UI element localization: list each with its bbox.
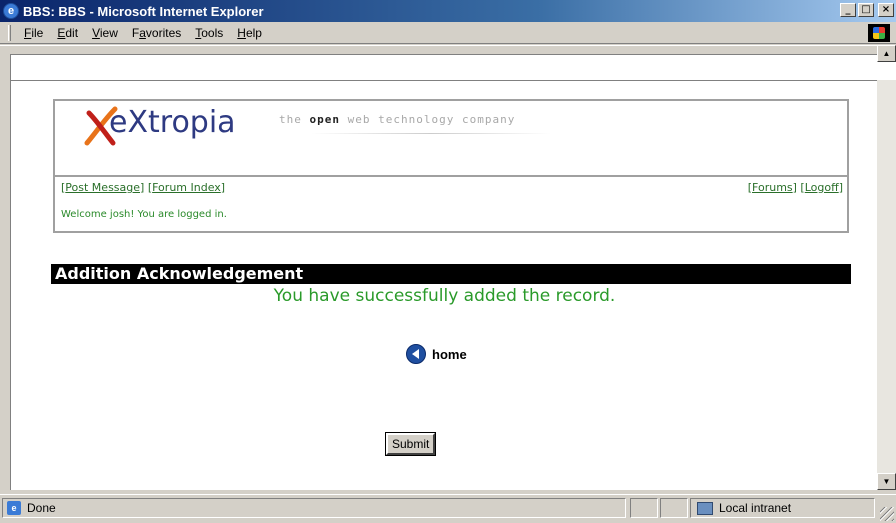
back-arrow-icon[interactable] (406, 344, 426, 364)
logoff-link[interactable]: Logoff (805, 181, 839, 194)
menu-favorites[interactable]: Favorites (125, 26, 188, 40)
windows-logo-throbber (868, 24, 890, 42)
menu-edit[interactable]: Edit (50, 26, 85, 40)
close-button[interactable]: × (878, 3, 894, 17)
window-title: BBS: BBS - Microsoft Internet Explorer (23, 3, 264, 19)
tagline: the open web technology company (279, 113, 516, 126)
home-link[interactable]: home (406, 344, 467, 364)
page-viewport: eXtropia the open web technology company… (10, 80, 877, 490)
status-text-panel: e Done (2, 498, 626, 518)
home-label[interactable]: home (432, 347, 467, 362)
submit-button[interactable]: Submit (384, 432, 437, 456)
nav-right: [Forums] [Logoff] (747, 181, 843, 194)
logo-wordmark: eXtropia (109, 105, 236, 140)
menu-tools[interactable]: Tools (188, 26, 230, 40)
windows-flag-icon (873, 27, 885, 39)
content-frame-top-inner (10, 54, 896, 81)
forums-link[interactable]: Forums (752, 181, 793, 194)
resize-grip[interactable] (880, 507, 894, 521)
zone-label: Local intranet (719, 501, 792, 515)
scroll-down-arrow-icon[interactable]: ▼ (877, 473, 896, 490)
status-text: Done (27, 501, 56, 515)
menu-bar: File Edit View Favorites Tools Help (0, 22, 896, 44)
logo-row: eXtropia the open web technology company (55, 101, 847, 177)
maximize-button[interactable]: □ (858, 3, 874, 17)
forum-index-link[interactable]: Forum Index (152, 181, 221, 194)
tagline-underline (311, 133, 551, 134)
success-message: You have successfully added the record. (273, 286, 616, 306)
site-header: eXtropia the open web technology company… (53, 99, 849, 233)
menu-file[interactable]: File (17, 26, 50, 40)
scroll-up-arrow-icon[interactable]: ▲ (877, 45, 896, 62)
status-cell-2 (660, 498, 688, 518)
status-cell-1 (630, 498, 658, 518)
internet-explorer-icon[interactable]: e (3, 3, 19, 19)
nav-left: [Post Message] [Forum Index] (61, 181, 226, 194)
menu-help[interactable]: Help (230, 26, 269, 40)
welcome-message: Welcome josh! You are logged in. (61, 209, 227, 220)
post-message-link[interactable]: Post Message (65, 181, 140, 194)
vertical-scrollbar[interactable]: ▲ ▼ (877, 45, 896, 490)
title-bar: e BBS: BBS - Microsoft Internet Explorer… (0, 0, 896, 22)
status-bar: e Done Local intranet (0, 494, 896, 523)
local-intranet-icon (697, 501, 713, 515)
window-controls: _ □ × (840, 3, 894, 17)
page-done-icon: e (7, 501, 21, 515)
menu-view[interactable]: View (85, 26, 125, 40)
content-frame-top (0, 45, 896, 81)
minimize-button[interactable]: _ (840, 3, 856, 17)
section-title: Addition Acknowledgement (51, 264, 851, 284)
security-zone-panel: Local intranet (690, 498, 875, 518)
menu-grip[interactable] (8, 24, 11, 41)
